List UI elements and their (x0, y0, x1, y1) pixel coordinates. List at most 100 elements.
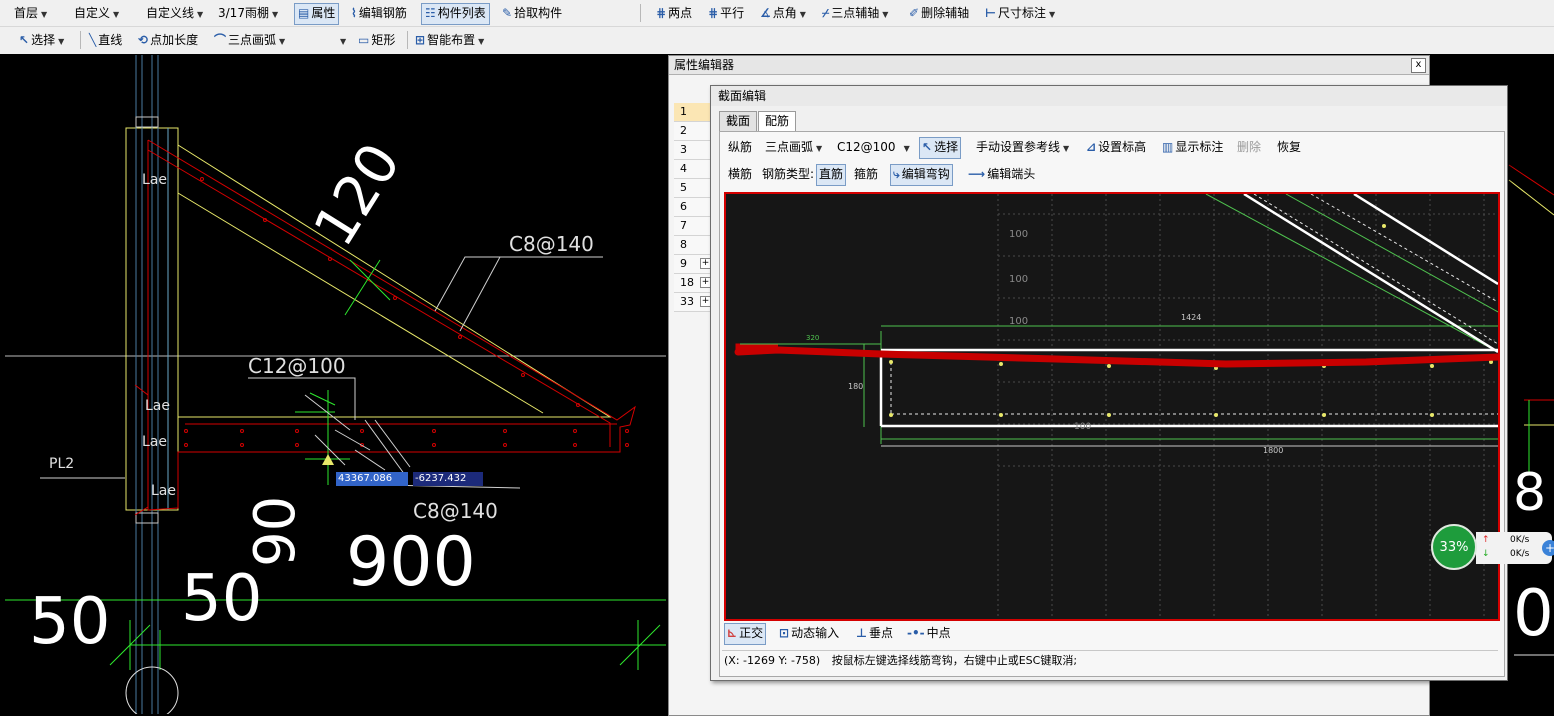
attribute-button[interactable]: ▤ 属性 (294, 3, 340, 25)
longitudinal-button[interactable]: 纵筋 (728, 137, 752, 157)
select-button[interactable]: ↖ 选择 ▼ (16, 30, 67, 50)
three-point-arc-select[interactable]: ⌒ 三点画弧 ▼ (211, 30, 288, 50)
rebar-spec-select[interactable]: C12@100 ▼ (837, 137, 910, 157)
set-elevation-button[interactable]: ⊿ 设置标高 (1086, 137, 1146, 157)
toolbar-divider (80, 31, 81, 49)
restore-button[interactable]: 恢复 (1277, 137, 1301, 157)
property-editor-title: 属性编辑器 (669, 56, 1429, 75)
cursor-icon: ↖ (19, 33, 30, 47)
tab-reinforcement[interactable]: 配筋 (758, 111, 797, 131)
show-label-button[interactable]: ▥ 显示标注 (1162, 137, 1223, 157)
coord-x-input[interactable]: 43367.086 (336, 472, 408, 486)
rebar-type-label: 钢筋类型: (762, 167, 815, 181)
tab-section[interactable]: 截面 (719, 111, 758, 131)
dimension-90: 90 (243, 496, 308, 567)
network-speed-widget[interactable]: ↑ 0K/s ↓ 0K/s + 33% (1431, 524, 1554, 570)
upload-arrow-icon: ↑ (1482, 535, 1490, 545)
column-cap (135, 512, 159, 524)
section-drawing-canvas[interactable]: 100 100 100 1424 320 180 1800 100 (724, 192, 1500, 621)
chevron-down-icon: ▼ (478, 37, 485, 46)
chevron-down-icon: ▼ (340, 37, 347, 46)
two-points-button[interactable]: ⋕ 两点 (653, 3, 695, 23)
upload-speed: 0K/s (1510, 535, 1530, 545)
dynamic-input-toggle[interactable]: ⊡ 动态输入 (779, 623, 839, 643)
blank-select[interactable]: ▼ (296, 30, 348, 50)
row-header[interactable]: 4 (674, 160, 710, 179)
dimension-120: 120 (302, 132, 414, 257)
row-header-list: 1 2 3 4 5 6 7 8 9 + 18 + 33 + (674, 103, 711, 312)
row-header[interactable]: 33 + (674, 293, 711, 312)
rebar-spec-label: C8@140 (509, 232, 594, 256)
download-speed: 0K/s (1510, 549, 1530, 559)
midpoint-snap-toggle[interactable]: -•- 中点 (907, 623, 951, 643)
point-length-button[interactable]: ⟲ 点加长度 (135, 30, 201, 50)
memory-usage-badge[interactable]: 33% (1431, 524, 1477, 570)
download-arrow-icon: ↓ (1482, 549, 1490, 559)
edit-hook-button[interactable]: ⤷ 编辑弯钩 (890, 164, 953, 186)
chevron-down-icon: ▼ (41, 10, 48, 19)
lae-label: Lae (142, 172, 167, 188)
coord-y-input[interactable]: -6237.432 (413, 472, 483, 486)
cursor-icon: ↖ (922, 140, 933, 154)
point-angle-button[interactable]: ∡ 点角 ▼ (757, 3, 809, 23)
elevation-icon: ⊿ (1086, 140, 1097, 154)
perpendicular-icon: ⊥ (856, 626, 867, 640)
parallel-button[interactable]: ⋕ 平行 (705, 3, 747, 23)
lae-label: Lae (142, 434, 167, 450)
row-header[interactable]: 6 (674, 198, 710, 217)
floor-select[interactable]: 首层 ▼ (14, 3, 72, 23)
attribute-icon: ▤ (298, 6, 310, 20)
three-point-axis-button[interactable]: ⌿ 三点辅轴 ▼ (819, 3, 891, 23)
rebar-dots (184, 177, 629, 447)
dimension-button[interactable]: ⊢ 尺寸标注 ▼ (982, 3, 1058, 23)
component-select[interactable]: 3/17雨棚 ▼ (218, 3, 288, 23)
section-editor-title: 截面编辑 (711, 86, 1507, 106)
reinforcement-panel: 纵筋 三点画弧 ▼ C12@100 ▼ ↖ 选择 手动设置参考线 ▼ ⊿ 设置标高 ▥ 显示… (719, 131, 1505, 677)
manual-reference-line-select[interactable]: 手动设置参考线 ▼ (976, 137, 1069, 157)
edit-rebar-button[interactable]: ⌇ 编辑钢筋 (348, 3, 410, 23)
row-header[interactable]: 18 + (674, 274, 711, 293)
straight-rebar-button[interactable]: 直筋 (816, 164, 847, 186)
leader-line (248, 377, 356, 420)
select-button[interactable]: ↖ 选择 (919, 137, 962, 159)
perpendicular-snap-toggle[interactable]: ⊥ 垂点 (856, 623, 893, 643)
rebar-icon: ⌇ (351, 6, 357, 20)
chevron-down-icon: ▼ (279, 37, 286, 46)
component-list-button[interactable]: ☷ 构件列表 (421, 3, 490, 25)
parallel-icon: ⋕ (708, 6, 719, 20)
row-header[interactable]: 5 (674, 179, 710, 198)
chevron-down-icon: ▼ (816, 144, 823, 153)
dimension-50: 50 (29, 585, 110, 659)
cad-drawing-canvas[interactable]: Lae Lae Lae Lae PL2 C8@140 C12@100 C8@14… (5, 55, 666, 714)
row-header[interactable]: 1 (674, 103, 710, 122)
plus-icon[interactable]: + (1542, 540, 1554, 556)
row-header[interactable]: 8 (674, 236, 710, 255)
ortho-icon: ⊾ (727, 626, 738, 640)
pick-component-button[interactable]: ✎ 拾取构件 (499, 3, 565, 23)
row-header[interactable]: 2 (674, 122, 710, 141)
close-button[interactable]: x (1411, 58, 1426, 73)
rectangle-button[interactable]: ▭ 矩形 (355, 30, 398, 50)
row-header[interactable]: 9 + (674, 255, 711, 274)
line-button[interactable]: ╲ 直线 (86, 30, 125, 50)
ortho-toggle[interactable]: ⊾ 正交 (724, 623, 767, 645)
transverse-button[interactable]: 横筋 (728, 164, 752, 184)
two-points-icon: ⋕ (656, 6, 667, 20)
stirrup-button[interactable]: 箍筋 (854, 164, 878, 184)
arc-icon: ⌒ (214, 33, 227, 47)
custom-select[interactable]: 自定义 ▼ (74, 3, 140, 23)
rebar-spec-label: C8@140 (413, 499, 498, 523)
dimension-icon: ⊢ (985, 6, 996, 20)
chevron-down-icon: ▼ (197, 10, 204, 19)
chevron-down-icon: ▼ (799, 10, 806, 19)
arc-mode-select[interactable]: 三点画弧 ▼ (765, 137, 822, 157)
edit-end-button[interactable]: ⟶ 编辑端头 (968, 164, 1035, 184)
delete-button[interactable]: 删除 (1237, 137, 1261, 157)
eraser-icon: ✐ (909, 6, 920, 20)
custom-line-select[interactable]: 自定义线 ▼ (146, 3, 212, 23)
smart-layout-button[interactable]: ⊞ 智能布置 ▼ (412, 30, 487, 50)
row-header[interactable]: 7 (674, 217, 710, 236)
row-header[interactable]: 3 (674, 141, 710, 160)
speed-panel: ↑ 0K/s ↓ 0K/s + (1476, 532, 1554, 564)
delete-axis-button[interactable]: ✐ 删除辅轴 (906, 3, 972, 23)
